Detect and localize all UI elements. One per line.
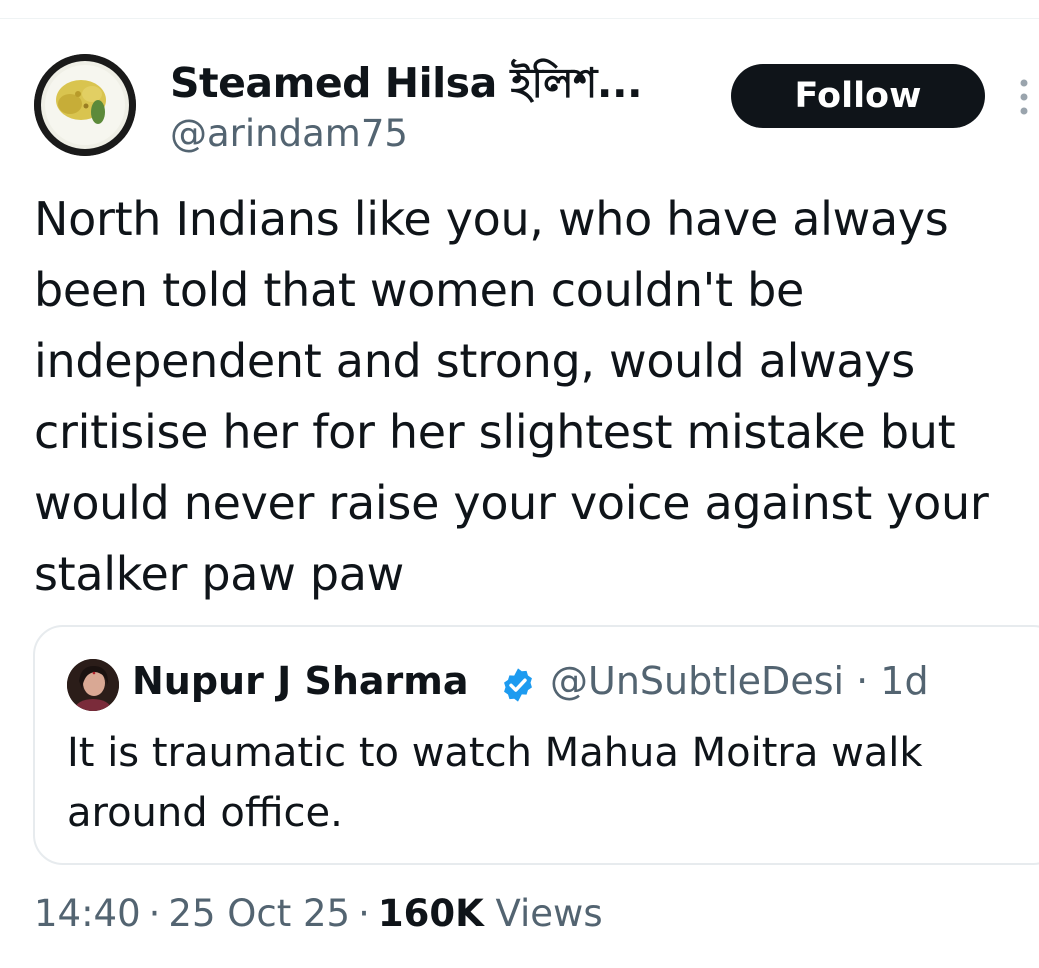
more-vertical-icon[interactable] [1014,77,1034,117]
tweet-time[interactable]: 14:40 [34,892,141,935]
quoted-author-avatar[interactable] [67,659,119,711]
portrait-image [67,659,119,711]
top-divider [0,18,1039,19]
author-handle[interactable]: @arindam75 [170,112,408,155]
separator-dot: · [148,892,161,935]
tweet-meta: 14:40 · 25 Oct 25 · 160K Views [34,892,603,935]
hilsa-dish-image [34,54,136,156]
quoted-tweet-text: It is traumatic to watch Mahua Moitra wa… [67,730,923,836]
author-name[interactable]: Steamed Hilsa ইলিশ... [170,52,643,121]
separator-dot: · [358,892,370,935]
quoted-handle-time[interactable]: @UnSubtleDesi · 1d [550,659,929,703]
quoted-tweet-card[interactable]: Nupur J Sharma @UnSubtleDesi · 1d It is … [33,625,1039,865]
follow-button[interactable]: Follow [731,64,985,128]
quoted-author-name[interactable]: Nupur J Sharma [132,659,469,703]
views-label: Views [495,892,603,935]
views-count: 160K [377,892,484,935]
tweet-text: North Indians like you, who have always … [34,192,989,601]
tweet-date[interactable]: 25 Oct 25 [168,892,350,935]
verified-badge-icon [499,666,537,704]
author-avatar[interactable] [34,54,136,156]
